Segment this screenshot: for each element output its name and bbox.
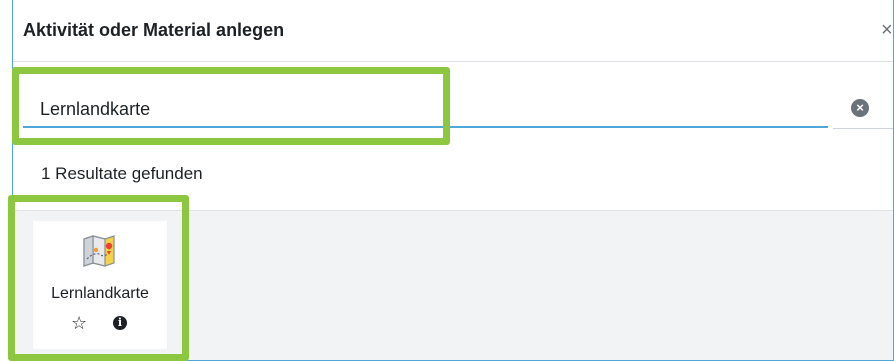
search-input[interactable] xyxy=(23,92,828,128)
treasure-map-icon xyxy=(81,233,117,269)
modal-header: Aktivität oder Material anlegen × xyxy=(13,0,893,62)
chooser-item-lernlandkarte[interactable]: Lernlandkarte ☆ i xyxy=(33,221,167,349)
results-count: 1 Resultate gefunden xyxy=(41,164,203,183)
activity-chooser-modal: Aktivität oder Material anlegen × × 1 Re… xyxy=(12,0,894,361)
results-section: Lernlandkarte ☆ i xyxy=(13,210,893,360)
star-icon[interactable]: ☆ xyxy=(71,314,87,332)
search-underline xyxy=(833,128,893,129)
info-icon[interactable]: i xyxy=(113,316,127,330)
modal-title: Aktivität oder Material anlegen xyxy=(23,20,285,40)
clear-search-icon[interactable]: × xyxy=(851,99,869,117)
close-icon[interactable]: × xyxy=(881,20,893,40)
search-area: × xyxy=(13,62,893,150)
chooser-item-label: Lernlandkarte xyxy=(51,285,149,302)
